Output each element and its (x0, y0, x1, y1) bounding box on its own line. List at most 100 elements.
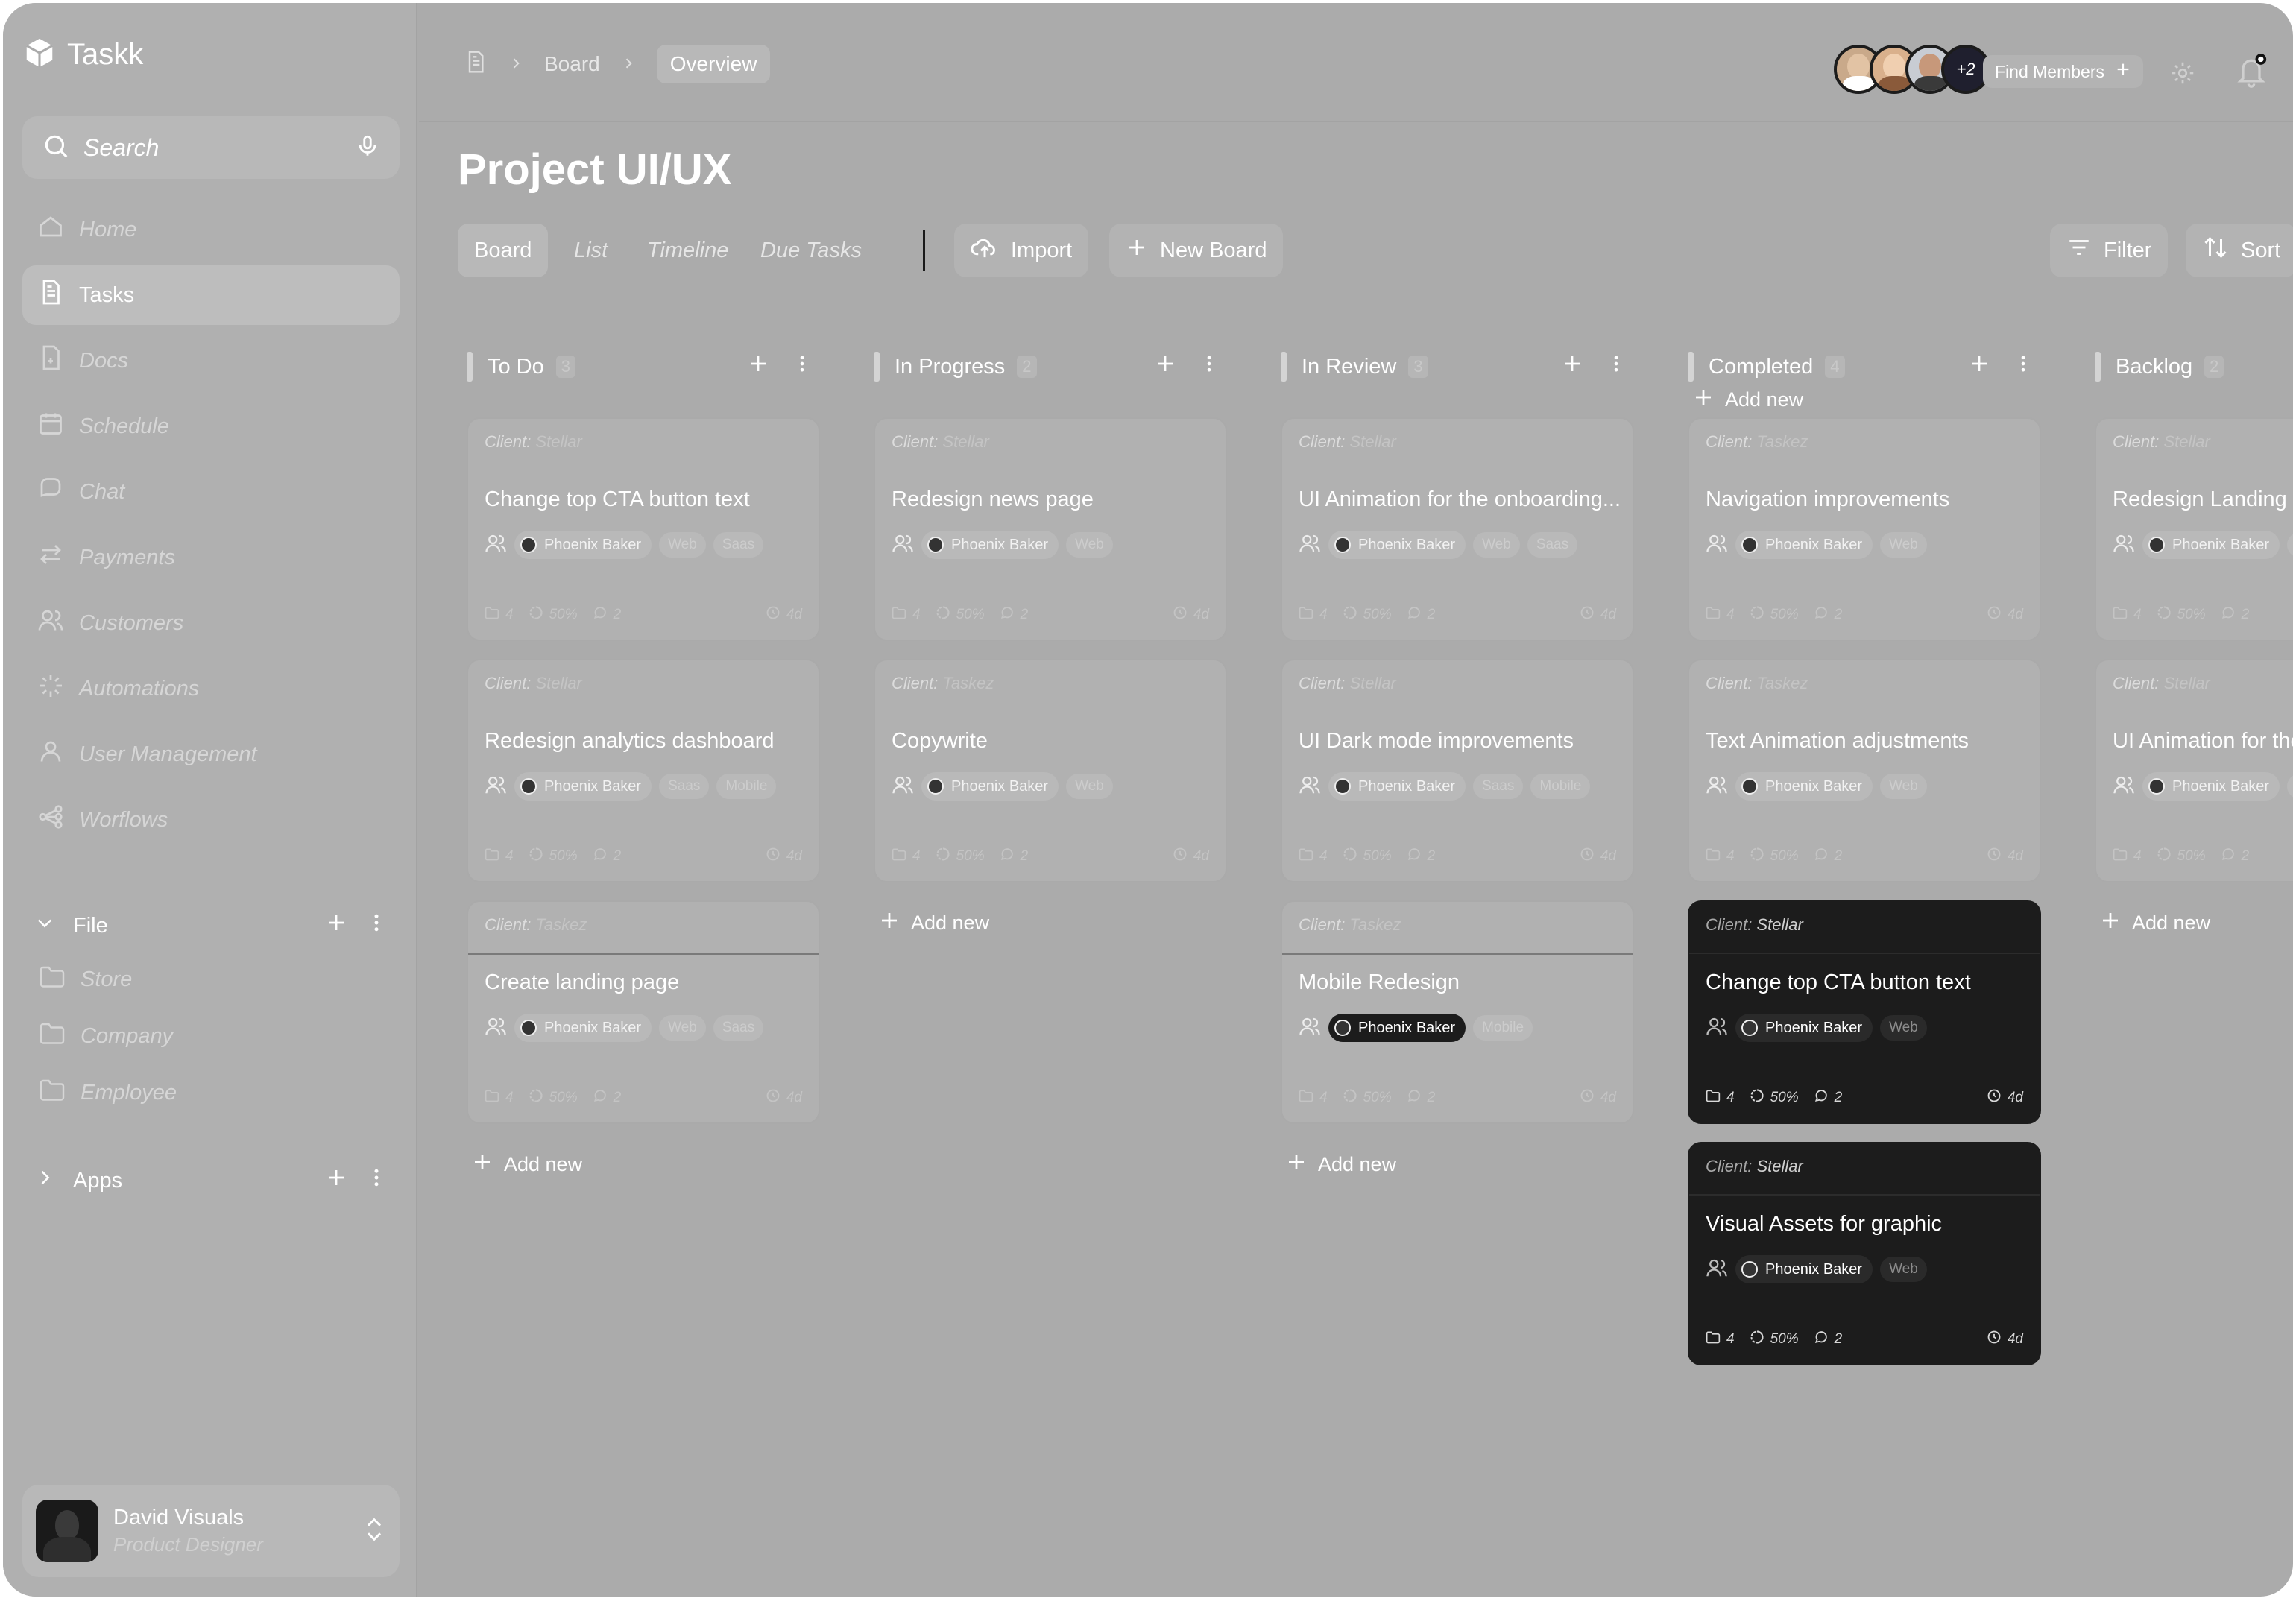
member-avatars[interactable]: +2 (1834, 45, 1990, 94)
sidebar-item-tasks[interactable]: Tasks (22, 265, 400, 325)
avatar (927, 537, 944, 553)
apps-section-header[interactable]: Apps (22, 1158, 400, 1203)
add-app-icon[interactable] (325, 1166, 347, 1195)
more-vertical-icon[interactable] (365, 1166, 388, 1195)
bell-icon[interactable] (2235, 54, 2268, 93)
add-card-icon[interactable] (1968, 353, 1990, 381)
folder-item-store[interactable]: Store (22, 957, 400, 1002)
sidebar-item-schedule[interactable]: Schedule (22, 397, 400, 456)
add-new-card-button[interactable]: Add new (1285, 1148, 1396, 1181)
assignee-chip[interactable]: Phoenix Baker (514, 772, 652, 800)
assignee-chip[interactable]: Phoenix Baker (514, 1014, 652, 1042)
more-vertical-icon[interactable] (1606, 353, 1627, 380)
task-card[interactable]: Client: Stellar Redesign analytics dashbo… (467, 659, 820, 882)
folder-item-employee[interactable]: Employee (22, 1070, 400, 1115)
assignee-chip[interactable]: Phoenix Baker (1328, 531, 1466, 559)
filter-button[interactable]: Filter (2050, 224, 2169, 277)
add-file-icon[interactable] (325, 912, 347, 940)
chevron-up-down-icon[interactable] (362, 1515, 386, 1547)
tab-board[interactable]: Board (458, 224, 549, 277)
transfer-icon (37, 541, 64, 574)
sidebar-item-worflows[interactable]: Worflows (22, 790, 400, 850)
profile-switcher[interactable]: David Visuals Product Designer (22, 1485, 400, 1577)
more-vertical-icon[interactable] (792, 353, 813, 380)
task-card[interactable]: Client: Stellar UI Animation for the onbo… (2095, 659, 2293, 882)
file-section-header[interactable]: File (22, 903, 400, 948)
progress-value: 50% (2177, 848, 2206, 864)
board-column-completed: Completed 4 Client: Taskez Navigation impro… (1688, 350, 2041, 1365)
assignee-chip[interactable]: Phoenix Baker (921, 531, 1059, 559)
clock-icon (1580, 1088, 1595, 1108)
task-card[interactable]: Client: Taskez Create landing page Phoenix… (467, 900, 820, 1124)
users-icon (1299, 532, 1321, 558)
assignee-chip[interactable]: Phoenix Baker (2142, 772, 2280, 800)
add-card-icon[interactable] (747, 353, 769, 381)
task-card[interactable]: Client: Stellar UI Animation for the onbo… (1281, 417, 1634, 641)
client-prefix: Client: (1706, 1157, 1753, 1175)
task-card[interactable]: Client: Taskez Mobile Redesign Phoenix Bak… (1281, 900, 1634, 1124)
tab-timeline[interactable]: Timeline (631, 224, 745, 277)
add-new-card-button[interactable]: Add new (471, 1148, 582, 1181)
chevron-down-icon[interactable] (34, 912, 55, 939)
assignee-chip[interactable]: Phoenix Baker (1735, 1014, 1873, 1042)
new-board-button[interactable]: New Board (1109, 224, 1284, 277)
assignee-chip[interactable]: Phoenix Baker (1735, 772, 1873, 800)
add-card-icon[interactable] (1561, 353, 1583, 381)
add-card-icon[interactable] (1154, 353, 1176, 381)
assignee-chip[interactable]: Phoenix Baker (1735, 1255, 1873, 1283)
attachments-count: 4 (1706, 606, 1735, 624)
sidebar-item-docs[interactable]: Docs (22, 331, 400, 391)
task-card[interactable]: Client: Taskez Navigation improvements Pho… (1688, 417, 2041, 641)
assignee-chip[interactable]: Phoenix Baker (1735, 531, 1873, 559)
more-vertical-icon[interactable] (365, 912, 388, 940)
task-card[interactable]: Client: Stellar UI Dark mode improvements… (1281, 659, 1634, 882)
column-count-badge: 3 (1408, 356, 1428, 378)
chevron-right-icon[interactable] (34, 1167, 55, 1194)
attachments-count: 4 (485, 1089, 514, 1107)
task-card[interactable]: Client: Stellar Change top CTA button tex… (467, 417, 820, 641)
breadcrumb-board[interactable]: Board (544, 52, 600, 76)
import-button[interactable]: Import (954, 224, 1089, 277)
search-input[interactable]: Search (22, 116, 400, 179)
assignee-chip[interactable]: Phoenix Baker (921, 772, 1059, 800)
assignee-chip[interactable]: Phoenix Baker (1328, 1014, 1466, 1042)
sidebar-item-home[interactable]: Home (22, 200, 400, 259)
assignee-chip[interactable]: Phoenix Baker (514, 531, 652, 559)
task-card[interactable]: Client: Stellar Redesign Landing page Phoe… (2095, 417, 2293, 641)
card-title: UI Animation for the onboarding... (1299, 487, 1621, 511)
sidebar-item-payments[interactable]: Payments (22, 528, 400, 587)
add-new-card-button[interactable]: Add new (1692, 383, 1803, 416)
assignee-chip[interactable]: Phoenix Baker (1328, 772, 1466, 800)
client-name: Stellar (942, 432, 989, 451)
sort-button[interactable]: Sort (2186, 224, 2293, 277)
find-members-button[interactable]: Find Members (1983, 55, 2143, 88)
sidebar-item-customers[interactable]: Customers (22, 593, 400, 653)
tab-list[interactable]: List (558, 224, 624, 277)
task-card[interactable]: Client: Stellar Redesign news page Phoenix… (874, 417, 1227, 641)
microphone-icon[interactable] (355, 133, 380, 162)
card-meta: 4 50% 2 4d (1706, 1088, 2023, 1108)
add-new-label: Add new (911, 911, 990, 934)
plus-icon (1692, 386, 1715, 414)
app-logo[interactable]: Taskk (22, 36, 143, 74)
breadcrumb-current[interactable]: Overview (656, 45, 771, 83)
task-card[interactable]: Client: Taskez Text Animation adjustments… (1688, 659, 2041, 882)
sidebar-item-automations[interactable]: Automations (22, 659, 400, 719)
folder-item-company[interactable]: Company (22, 1014, 400, 1058)
more-vertical-icon[interactable] (2013, 353, 2034, 380)
assignee-chip[interactable]: Phoenix Baker (2142, 531, 2280, 559)
add-new-card-button[interactable]: Add new (2099, 906, 2210, 939)
comments-value: 2 (613, 848, 622, 864)
task-card[interactable]: Client: Stellar Change top CTA button tex… (1688, 900, 2041, 1124)
more-vertical-icon[interactable] (1199, 353, 1220, 380)
tab-due-tasks[interactable]: Due Tasks (744, 224, 878, 277)
chevron-right-icon (621, 52, 636, 76)
task-card[interactable]: Client: Taskez Copywrite Phoenix Baker Web 4… (874, 659, 1227, 882)
sidebar-item-chat[interactable]: Chat (22, 462, 400, 522)
add-new-card-button[interactable]: Add new (878, 906, 989, 939)
gear-icon[interactable] (2169, 60, 2196, 90)
progress-value: 50% (1363, 607, 1392, 622)
sidebar-item-user-management[interactable]: User Management (22, 724, 400, 784)
task-card[interactable]: Client: Stellar Visual Assets for graphic… (1688, 1142, 2041, 1365)
document-icon[interactable] (464, 49, 488, 80)
